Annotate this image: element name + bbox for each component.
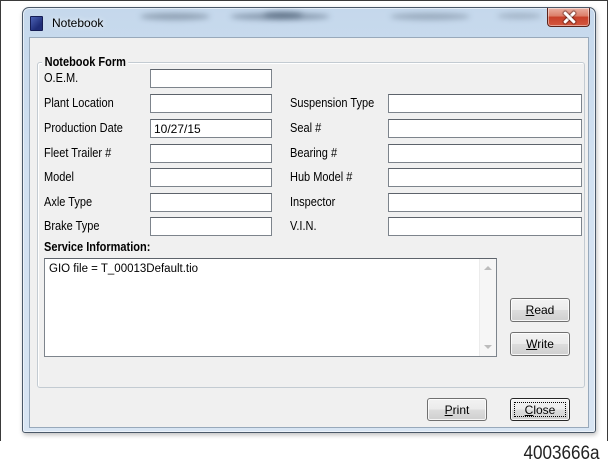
write-button-label: Write <box>526 337 554 351</box>
close-button-label: Close <box>524 402 556 417</box>
plant-location-field[interactable] <box>150 94 272 113</box>
title-bar[interactable]: Notebook <box>23 8 595 38</box>
window-title: Notebook <box>52 16 104 30</box>
vin-field[interactable] <box>388 217 582 236</box>
print-button[interactable]: Print <box>427 398 487 421</box>
fleet-trailer-number-label: Fleet Trailer # <box>44 146 112 160</box>
bearing-number-field[interactable] <box>388 144 582 163</box>
notebook-dialog: Notebook Notebook Form O.E.M. Plant Loca… <box>22 7 596 433</box>
scroll-up-arrow-icon[interactable] <box>484 266 492 270</box>
plant-location-label: Plant Location <box>44 96 114 110</box>
read-button[interactable]: Read <box>510 298 570 322</box>
service-information-label: Service Information: <box>44 240 151 254</box>
seal-number-field[interactable] <box>388 119 582 138</box>
brake-type-field[interactable] <box>150 217 272 236</box>
oem-label: O.E.M. <box>44 71 79 85</box>
hub-model-number-field[interactable] <box>388 168 582 187</box>
axle-type-label: Axle Type <box>44 195 93 209</box>
service-information-box: GIO file = T_00013Default.tio <box>44 258 497 357</box>
title-bar-glass-blur <box>497 13 542 19</box>
vin-label: V.I.N. <box>290 219 317 233</box>
axle-type-field[interactable] <box>150 193 272 212</box>
notebook-app-icon[interactable] <box>30 16 43 31</box>
service-information-scrollbar[interactable] <box>479 259 496 356</box>
suspension-type-label: Suspension Type <box>290 96 375 110</box>
scroll-down-arrow-icon[interactable] <box>484 345 492 349</box>
bearing-number-label: Bearing # <box>290 146 338 160</box>
oem-field[interactable] <box>150 69 272 88</box>
brake-type-label: Brake Type <box>44 219 100 233</box>
title-bar-glass-blur <box>263 12 303 18</box>
notebook-form-group: Notebook Form O.E.M. Plant Location Prod… <box>37 55 585 388</box>
close-icon <box>563 11 576 24</box>
production-date-label: Production Date <box>44 121 123 135</box>
write-button[interactable]: Write <box>510 332 570 356</box>
title-bar-glass-blur <box>140 13 210 20</box>
service-information-textarea[interactable]: GIO file = T_00013Default.tio <box>45 259 479 356</box>
suspension-type-field[interactable] <box>388 94 582 113</box>
title-bar-glass-blur <box>390 13 470 20</box>
figure-id: 4003666a <box>523 443 600 464</box>
read-button-label: Read <box>525 303 555 317</box>
model-field[interactable] <box>150 168 272 187</box>
print-button-label: Print <box>444 402 470 417</box>
fleet-trailer-number-field[interactable] <box>150 144 272 163</box>
seal-number-label: Seal # <box>290 121 322 135</box>
client-area: Notebook Form O.E.M. Plant Location Prod… <box>30 38 588 427</box>
inspector-label: Inspector <box>290 195 336 209</box>
inspector-field[interactable] <box>388 193 582 212</box>
production-date-field[interactable] <box>150 119 272 138</box>
notebook-form-label: Notebook Form <box>42 55 129 69</box>
close-button[interactable]: Close <box>510 398 570 421</box>
hub-model-number-label: Hub Model # <box>290 170 353 184</box>
model-label: Model <box>44 170 74 184</box>
close-window-button[interactable] <box>547 8 590 27</box>
